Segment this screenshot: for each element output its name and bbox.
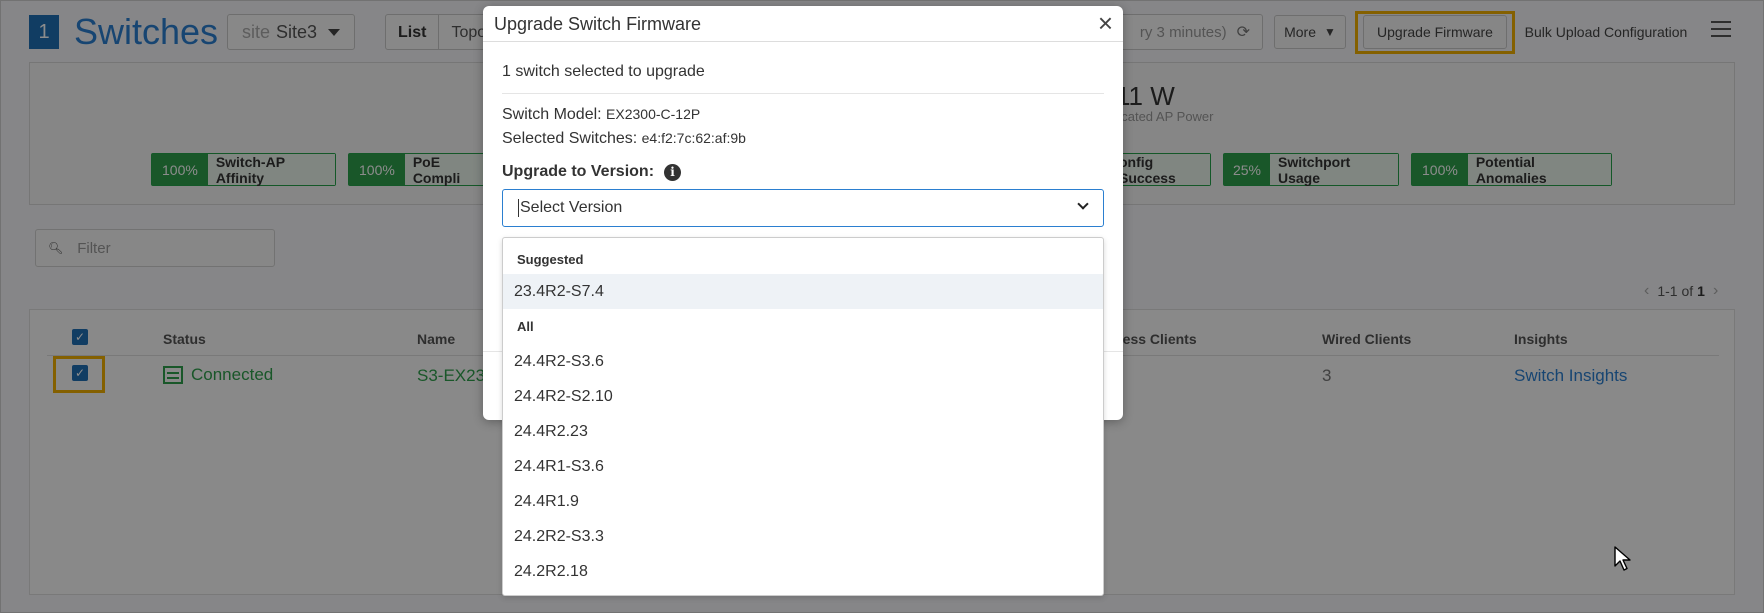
chevron-down-icon [1077, 198, 1089, 210]
version-dropdown-menu: Suggested 23.4R2-S7.4 All 24.4R2-S3.6 24… [502, 237, 1104, 596]
modal-header: Upgrade Switch Firmware × [483, 6, 1123, 42]
version-option[interactable]: 24.2R2-S3.3 [503, 519, 1103, 554]
upgrade-version-label: Upgrade to Version: i [502, 163, 682, 181]
selected-switches-line: Selected Switches: e4:f2:7c:62:af:9b [502, 130, 746, 148]
switch-model-value: EX2300-C-12P [606, 106, 701, 122]
text-cursor [518, 199, 519, 217]
version-option[interactable]: 24.4R1.9 [503, 484, 1103, 519]
version-option[interactable]: 23.4R2-S7.4 [503, 274, 1103, 309]
version-select[interactable]: Select Version [502, 189, 1104, 227]
version-option[interactable]: 24.4R2-S2.10 [503, 379, 1103, 414]
version-option[interactable]: 24.2R2.18 [503, 554, 1103, 589]
version-option[interactable]: 24.4R2.23 [503, 414, 1103, 449]
selected-switches-value: e4:f2:7c:62:af:9b [641, 130, 746, 146]
info-icon[interactable]: i [664, 163, 682, 181]
group-label-suggested: Suggested [517, 252, 584, 267]
selected-switches-label: Selected Switches: [502, 130, 638, 147]
switch-model-line: Switch Model: EX2300-C-12P [502, 106, 700, 124]
close-icon[interactable]: × [1098, 9, 1113, 37]
modal-title: Upgrade Switch Firmware [494, 14, 702, 34]
version-select-placeholder: Select Version [520, 199, 623, 216]
upgrade-version-text: Upgrade to Version: [502, 163, 655, 180]
version-option[interactable]: 24.4R2-S3.6 [503, 344, 1103, 379]
selection-summary: 1 switch selected to upgrade [502, 63, 705, 80]
switch-model-label: Switch Model: [502, 106, 602, 123]
version-option[interactable]: 24.4R1-S3.6 [503, 449, 1103, 484]
divider [502, 93, 1104, 94]
group-label-all: All [517, 319, 534, 334]
mouse-pointer-icon [1614, 546, 1631, 571]
